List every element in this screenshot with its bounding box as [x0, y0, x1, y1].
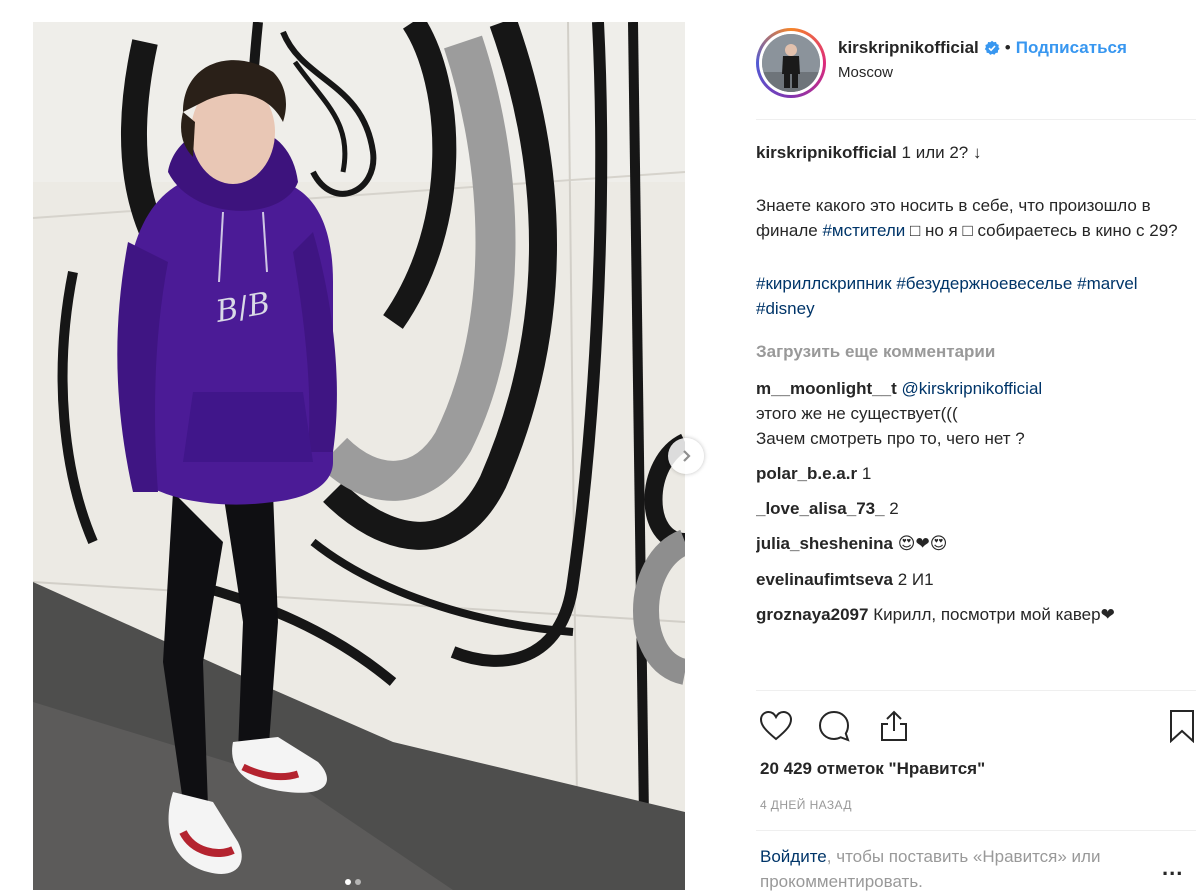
- action-bar: [756, 706, 1196, 746]
- hashtag-link[interactable]: #disney: [756, 299, 815, 318]
- hashtag-link[interactable]: #мстители: [822, 221, 905, 240]
- save-button[interactable]: [1162, 706, 1200, 746]
- comment-username[interactable]: evelinaufimtseva: [756, 570, 893, 589]
- post-image: 𝐵/𝐵: [33, 22, 685, 890]
- verified-badge-icon: [984, 40, 1000, 55]
- avatar: [762, 34, 820, 92]
- caption-hashtags: #кириллскрипник #безудержноевеселье #mar…: [756, 271, 1196, 321]
- story-ring[interactable]: [756, 28, 826, 98]
- caption-username[interactable]: kirskripnikofficial: [756, 143, 897, 162]
- comment-text: Кирилл, посмотри мой кавер❤: [873, 605, 1115, 624]
- login-link[interactable]: Войдите: [760, 847, 827, 866]
- hashtag-link[interactable]: #безудержноевеселье: [896, 274, 1072, 293]
- more-options-button[interactable]: ...: [1162, 855, 1183, 881]
- comment-text: 😍❤😍: [897, 534, 948, 554]
- comment-mention[interactable]: @kirskripnikofficial: [901, 379, 1042, 398]
- header-separator: •: [1004, 38, 1011, 57]
- comment-item: polar_b.e.a.r 1: [756, 461, 1196, 486]
- comment-text: 1: [861, 464, 872, 483]
- comment-text: этого же не существует((( Зачем смотреть…: [756, 404, 1025, 448]
- caption-text: 1 или 2? ↓: [901, 143, 982, 162]
- section-divider: [756, 830, 1196, 831]
- carousel-dot: [355, 879, 361, 885]
- comment-username[interactable]: julia_sheshenina: [756, 534, 893, 553]
- post-date[interactable]: 4 ДНЕЙ НАЗАД: [760, 798, 852, 812]
- comment-text: 2 И1: [897, 570, 934, 589]
- comment-item: evelinaufimtseva 2 И1: [756, 567, 1196, 592]
- bookmark-icon: [1170, 710, 1194, 743]
- comment-button[interactable]: [814, 706, 854, 746]
- comment-item: _love_alisa_73_ 2: [756, 496, 1196, 521]
- post-location[interactable]: Moscow: [838, 64, 893, 81]
- carousel-indicator: [345, 879, 361, 885]
- chevron-right-icon: [683, 450, 691, 462]
- post-side-panel: kirskripnikofficial • Подписаться Moscow…: [756, 22, 1196, 892]
- comment-username[interactable]: _love_alisa_73_: [756, 499, 885, 518]
- like-button[interactable]: [756, 706, 796, 746]
- share-button[interactable]: [874, 706, 914, 746]
- login-prompt: Войдите, чтобы поставить «Нравится» или …: [760, 844, 1160, 892]
- caption-first-line: kirskripnikofficial 1 или 2? ↓: [756, 140, 1196, 165]
- comment-item: m__moonlight__t @kirskripnikofficial это…: [756, 376, 1196, 451]
- heart-outline-icon: [759, 710, 793, 741]
- post-photo[interactable]: 𝐵/𝐵: [33, 22, 685, 890]
- load-more-comments-button[interactable]: Загрузить еще комментарии: [756, 339, 1196, 364]
- header-user-line: kirskripnikofficial • Подписаться: [838, 38, 1127, 58]
- comment-text: 2: [889, 499, 899, 518]
- likes-count[interactable]: 20 429 отметок "Нравится": [760, 759, 985, 779]
- comment-item: julia_sheshenina 😍❤😍: [756, 531, 1196, 557]
- comment-username[interactable]: groznaya2097: [756, 605, 868, 624]
- hashtag-link[interactable]: #кириллскрипник: [756, 274, 892, 293]
- section-divider: [756, 690, 1196, 691]
- caption-paragraph-tail: □ но я □ собираетесь в кино с 29?: [910, 221, 1178, 240]
- hashtag-link[interactable]: #marvel: [1077, 274, 1137, 293]
- carousel-next-button[interactable]: [668, 438, 704, 474]
- post-header: kirskripnikofficial • Подписаться Moscow: [756, 22, 1196, 120]
- follow-button[interactable]: Подписаться: [1016, 38, 1127, 58]
- share-upload-icon: [881, 710, 907, 741]
- comment-username[interactable]: m__moonlight__t: [756, 379, 897, 398]
- carousel-dot-active: [345, 879, 351, 885]
- caption-paragraph: Знаете какого это носить в себе, что про…: [756, 193, 1196, 243]
- comment-item: groznaya2097 Кирилл, посмотри мой кавер❤: [756, 602, 1196, 627]
- header-username[interactable]: kirskripnikofficial: [838, 38, 979, 58]
- comment-username[interactable]: polar_b.e.a.r: [756, 464, 857, 483]
- comments-section: kirskripnikofficial 1 или 2? ↓ Знаете ка…: [756, 140, 1196, 688]
- comment-bubble-icon: [818, 710, 850, 742]
